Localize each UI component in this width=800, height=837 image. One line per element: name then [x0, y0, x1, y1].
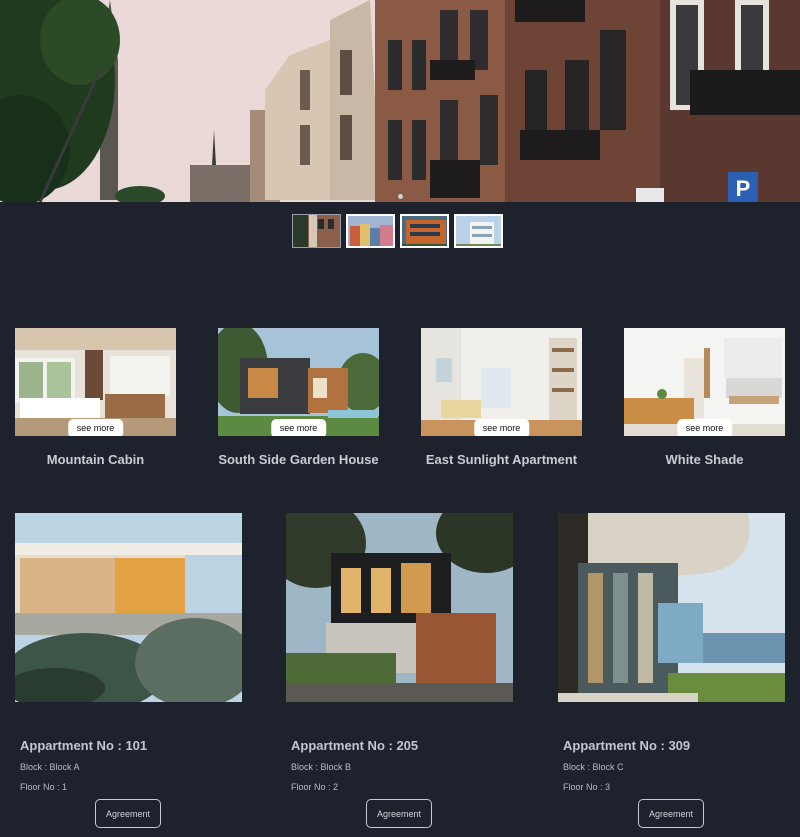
thumbnail-2[interactable]	[346, 214, 395, 248]
property-card: see more South Side Garden House	[218, 328, 379, 467]
agreement-button[interactable]: Agreement	[95, 799, 161, 828]
property-image[interactable]: see more	[624, 328, 785, 436]
apartment-title: Appartment No : 101	[20, 738, 148, 753]
hero-street-image: P	[0, 0, 800, 202]
see-more-button[interactable]: see more	[676, 419, 733, 436]
see-more-button[interactable]: see more	[67, 419, 124, 436]
property-image[interactable]: see more	[218, 328, 379, 436]
property-title: White Shade	[665, 452, 744, 467]
apartment-card: Appartment No : 205 Block : Block B Floo…	[286, 513, 513, 837]
agreement-button[interactable]: Agreement	[366, 799, 432, 828]
apartment-image	[286, 513, 513, 702]
apartment-block: Block : Block C	[563, 762, 624, 772]
apartment-card: Appartment No : 309 Block : Block C Floo…	[558, 513, 785, 837]
apartment-block: Block : Block B	[291, 762, 352, 772]
see-more-button[interactable]: see more	[473, 419, 530, 436]
property-title: East Sunlight Apartment	[425, 452, 578, 467]
apartment-image	[15, 513, 242, 702]
apartment-title: Appartment No : 309	[563, 738, 691, 753]
see-more-button[interactable]: see more	[270, 419, 327, 436]
thumbnail-1[interactable]	[292, 214, 341, 248]
thumbnail-3[interactable]	[400, 214, 449, 248]
property-image[interactable]: see more	[15, 328, 176, 436]
property-image[interactable]: see more	[421, 328, 582, 436]
apartment-block: Block : Block A	[20, 762, 80, 772]
slider-indicators	[0, 186, 800, 202]
apartment-floor: Floor No : 1	[20, 782, 68, 792]
slide-dot[interactable]	[397, 194, 403, 199]
hero-slider[interactable]: P	[0, 0, 800, 202]
apartment-title: Appartment No : 205	[291, 738, 419, 753]
property-card: see more East Sunlight Apartment	[421, 328, 582, 467]
property-card: see more Mountain Cabin	[15, 328, 176, 467]
property-title: South Side Garden House	[218, 452, 379, 467]
apartment-card: Appartment No : 101 Block : Block A Floo…	[15, 513, 242, 837]
property-title: Mountain Cabin	[46, 452, 145, 467]
property-card: see more White Shade	[624, 328, 785, 467]
apartment-image	[558, 513, 785, 702]
apartment-floor: Floor No : 3	[563, 782, 611, 792]
agreement-button[interactable]: Agreement	[638, 799, 704, 828]
thumbnail-4[interactable]	[454, 214, 503, 248]
apartment-floor: Floor No : 2	[291, 782, 339, 792]
